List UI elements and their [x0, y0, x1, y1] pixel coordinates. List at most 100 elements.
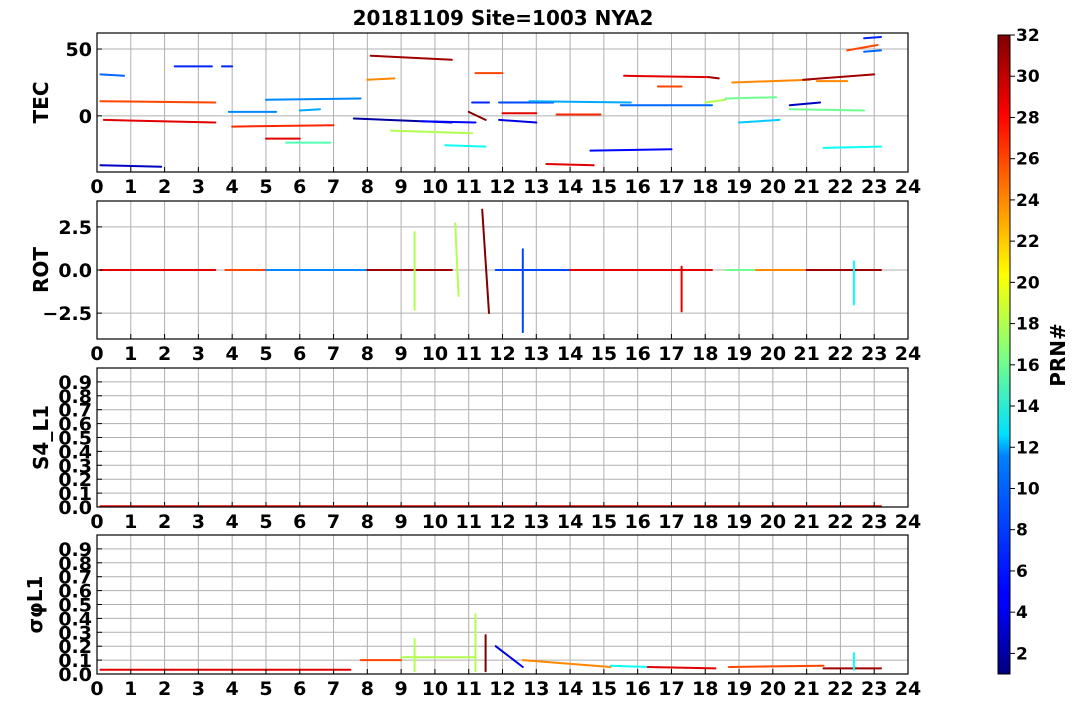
x-tick-label: 7: [327, 176, 340, 198]
colorbar-tick-label: 12: [1016, 438, 1040, 458]
colorbar-tick-label: 2: [1016, 644, 1028, 664]
x-tick-label: 1: [124, 176, 137, 198]
x-tick-label: 6: [293, 343, 306, 365]
x-tick-label: 20: [760, 176, 786, 198]
colorbar-tick-label: 16: [1016, 356, 1040, 376]
x-tick-label: 23: [861, 678, 887, 700]
colorbar-tick-label: 4: [1016, 603, 1028, 623]
x-tick-label: 11: [455, 176, 481, 198]
x-tick-label: 12: [489, 511, 515, 533]
colorbar-tick-label: 10: [1016, 479, 1040, 499]
x-tick-label: 8: [361, 343, 374, 365]
colorbar-tick-label: 26: [1016, 150, 1040, 170]
x-tick-label: 21: [793, 343, 819, 365]
series-line-prn-10: [528, 100, 632, 104]
x-tick-label: 3: [192, 343, 205, 365]
x-tick-label: 15: [591, 511, 617, 533]
x-tick-label: 2: [158, 176, 171, 198]
x-tick-label: 17: [658, 678, 684, 700]
x-tick-label: 14: [557, 511, 583, 533]
x-tick-label: 18: [692, 343, 718, 365]
x-tick-label: 2: [158, 511, 171, 533]
x-tick-label: 10: [422, 343, 448, 365]
x-tick-label: 19: [726, 678, 752, 700]
series-line-prn-8: [99, 73, 125, 77]
colorbar-tick-label: 28: [1016, 108, 1040, 128]
x-tick-label: 6: [293, 511, 306, 533]
series-line-prn-8: [863, 49, 882, 53]
x-tick-label: 3: [192, 511, 205, 533]
x-tick-label: 22: [827, 678, 853, 700]
colorbar-tick-label: 6: [1016, 562, 1028, 582]
panel-3: 0 1 2 3 4 5 6 7 8 9 10 11 12 13 14 15 16 17 18 19 20 21 22 23 24…: [29, 367, 921, 533]
x-tick-label: 11: [455, 343, 481, 365]
x-tick-label: 23: [861, 176, 887, 198]
x-tick-label: 13: [523, 678, 549, 700]
series-line-prn-5: [420, 120, 477, 124]
x-tick-label: 20: [760, 511, 786, 533]
series-line-prn-29: [623, 74, 710, 79]
series-line-prn-27: [231, 124, 335, 128]
x-tick-label: 1: [124, 511, 137, 533]
x-tick-label: 24: [895, 678, 921, 700]
x-tick-label: 16: [624, 511, 650, 533]
x-tick-label: 11: [455, 678, 481, 700]
x-tick-label: 2: [158, 343, 171, 365]
x-tick-label: 4: [226, 343, 239, 365]
x-tick-label: 13: [523, 511, 549, 533]
colorbar-label: PRN#: [1046, 323, 1070, 387]
x-tick-label: 13: [523, 343, 549, 365]
x-tick-label: 8: [361, 678, 374, 700]
series-line-prn-3: [99, 164, 163, 168]
y-axis-label: σφL1: [23, 576, 47, 634]
series-line-prn-16: [724, 96, 778, 100]
x-tick-label: 15: [591, 343, 617, 365]
panels: 0 1 2 3 4 5 6 7 8 9 10 11 12 13 14 15 16 17 18 19 20 21 22 23 24…: [23, 32, 921, 700]
series-line-prn-13: [444, 144, 487, 148]
series-line-prn-13: [609, 664, 649, 668]
x-tick-label: 0: [90, 511, 103, 533]
x-tick-label: 22: [827, 176, 853, 198]
x-tick-label: 23: [861, 343, 887, 365]
x-tick-label: 15: [591, 176, 617, 198]
x-tick-label: 9: [395, 678, 408, 700]
y-tick-label: −2.5: [42, 303, 92, 325]
x-tick-label: 18: [692, 176, 718, 198]
x-tick-label: 2: [158, 678, 171, 700]
x-tick-label: 13: [523, 176, 549, 198]
x-tick-label: 24: [895, 176, 921, 198]
x-tick-label: 19: [726, 511, 752, 533]
x-tick-label: 14: [557, 343, 583, 365]
series-line-prn-9: [265, 97, 362, 101]
x-tick-label: 16: [624, 176, 650, 198]
x-tick-label: 3: [192, 176, 205, 198]
x-tick-label: 24: [895, 511, 921, 533]
x-tick-label: 8: [361, 176, 374, 198]
series-line-prn-24: [366, 77, 396, 81]
x-tick-label: 22: [827, 511, 853, 533]
x-tick-label: 4: [226, 678, 239, 700]
panel-2: 0 1 2 3 4 5 6 7 8 9 10 11 12 13 14 15 16 17 18 19 20 21 22 23 24…: [29, 200, 921, 365]
x-tick-label: 15: [591, 678, 617, 700]
y-tick-label: 0.9: [58, 372, 92, 394]
x-tick-label: 18: [692, 511, 718, 533]
x-tick-label: 14: [557, 678, 583, 700]
panel-1: 0 1 2 3 4 5 6 7 8 9 10 11 12 13 14 15 16 17 18 19 20 21 22 23 24…: [29, 32, 921, 198]
y-tick-label: 50: [66, 39, 92, 61]
series-line-prn-13: [822, 145, 882, 149]
y-axis-label: S4_L1: [29, 405, 53, 470]
x-tick-label: 8: [361, 511, 374, 533]
x-tick-label: 5: [259, 176, 272, 198]
y-tick-label: 0: [79, 106, 92, 128]
series-line-prn-29: [646, 666, 717, 670]
x-tick-label: 1: [124, 678, 137, 700]
series-line-prn-31: [707, 76, 720, 80]
x-tick-label: 7: [327, 511, 340, 533]
x-tick-label: 7: [327, 678, 340, 700]
x-tick-label: 5: [259, 343, 272, 365]
x-tick-label: 17: [658, 343, 684, 365]
x-tick-label: 0: [90, 343, 103, 365]
x-tick-label: 19: [726, 176, 752, 198]
x-tick-label: 10: [422, 678, 448, 700]
x-tick-label: 20: [760, 343, 786, 365]
